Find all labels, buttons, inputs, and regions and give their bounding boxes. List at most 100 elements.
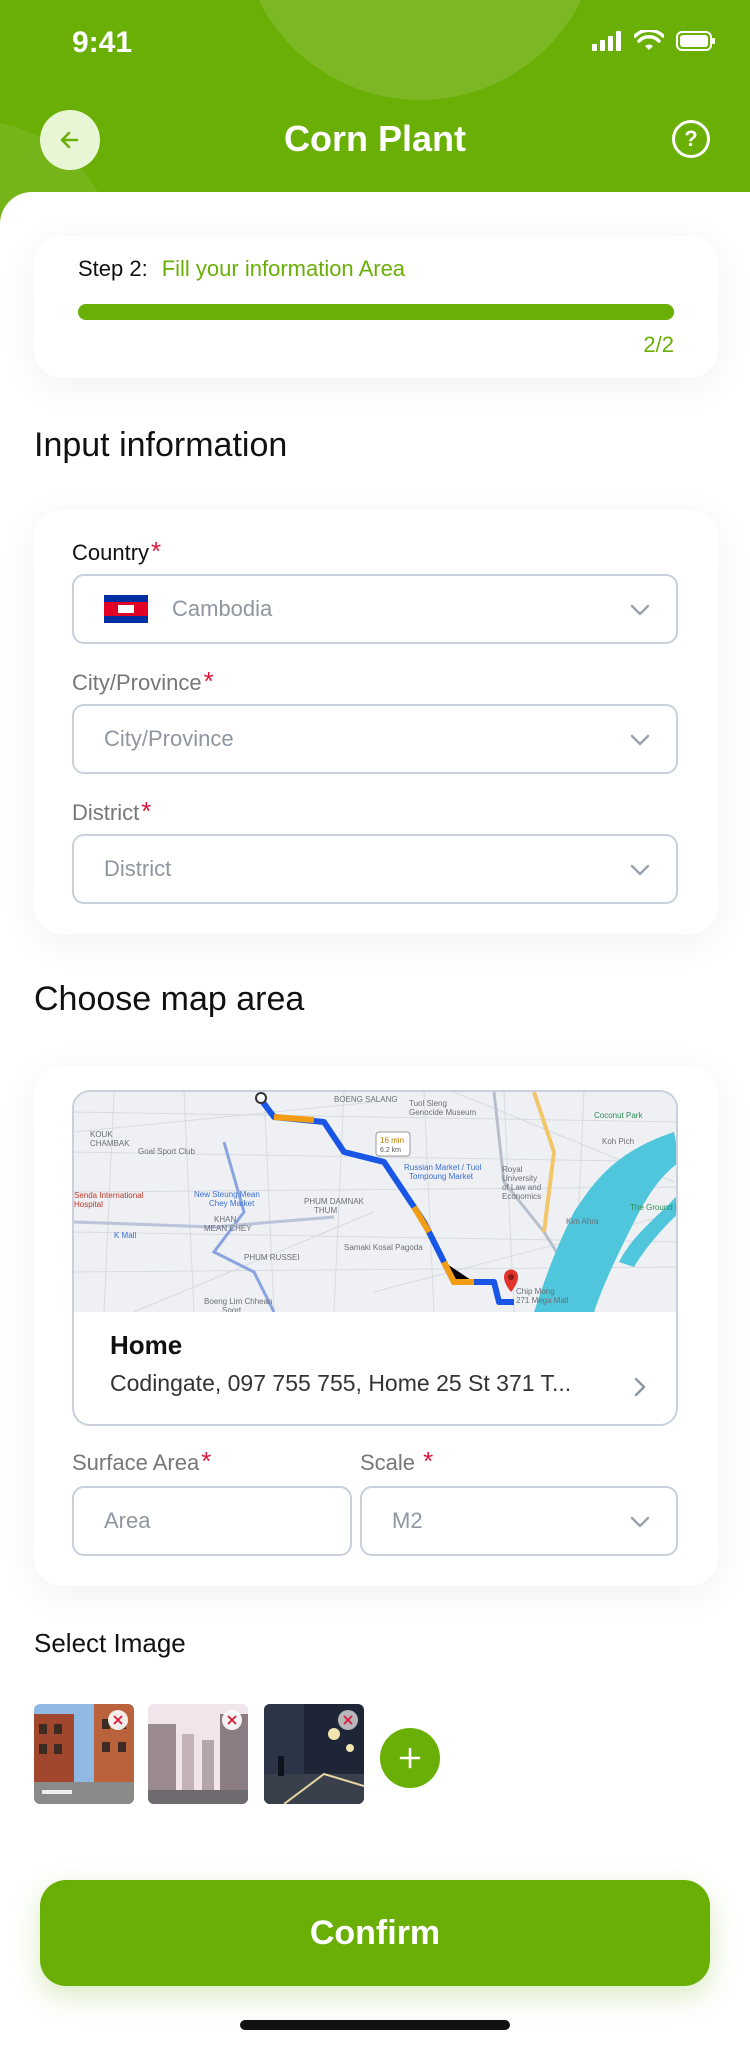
district-label: District* [72,796,151,827]
svg-text:Chip Mong: Chip Mong [516,1287,555,1296]
area-placeholder: Area [104,1508,151,1533]
chevron-down-icon [630,1516,650,1528]
remove-image-button[interactable] [108,1710,128,1730]
plus-icon [399,1747,421,1769]
svg-text:KOUK: KOUK [90,1130,113,1139]
home-indicator [240,2020,510,2030]
city-select[interactable]: City/Province [72,704,678,774]
svg-text:KHAN: KHAN [214,1215,236,1224]
map-graphic: 16 min 6.2 km BOENG SALANG Tuol Sleng Ge… [74,1092,678,1315]
page-title: Corn Plant [283,118,466,159]
question-icon: ? [684,126,698,151]
required-mark: * [203,666,214,696]
svg-text:of Law and: of Law and [502,1183,541,1192]
country-label: Country* [72,536,161,567]
progress-fill [78,304,674,320]
wifi-icon [634,30,664,50]
svg-text:Kim Ahra: Kim Ahra [566,1217,599,1226]
close-icon [343,1715,353,1725]
add-image-button[interactable] [380,1728,440,1788]
svg-text:New Steung Mean: New Steung Mean [194,1190,260,1199]
remove-image-button[interactable] [222,1710,242,1730]
svg-text:Tompoung Market: Tompoung Market [409,1172,474,1181]
svg-text:PHUM DAMNAK: PHUM DAMNAK [304,1197,365,1206]
svg-text:Chey Market: Chey Market [209,1199,255,1208]
district-placeholder: District [104,856,172,881]
surface-area-label-text: Surface Area [72,1450,200,1475]
svg-text:Genocide Museum: Genocide Museum [409,1108,476,1117]
place-address: Codingate, 097 755 755, Home 25 St 371 T… [110,1370,572,1396]
scale-select[interactable]: M2 [360,1486,678,1556]
status-time: 9:41 [72,26,133,59]
required-mark: * [201,1446,212,1476]
header-decoration [240,0,600,100]
svg-text:Economics: Economics [502,1192,541,1201]
country-value: Cambodia [172,596,273,621]
svg-text:Koh Pich: Koh Pich [602,1137,634,1146]
svg-text:BOENG SALANG: BOENG SALANG [334,1095,398,1104]
required-mark: * [151,536,162,566]
svg-text:6.2 km: 6.2 km [380,1147,401,1154]
help-button[interactable]: ? [672,120,710,158]
svg-text:Senda International: Senda International [74,1191,144,1200]
status-icons [592,30,716,52]
svg-text:271 Mega Mall: 271 Mega Mall [516,1296,569,1305]
svg-text:Boeng Lim Chhean: Boeng Lim Chhean [204,1297,273,1306]
svg-text:Royal: Royal [502,1165,523,1174]
svg-text:University: University [502,1174,537,1183]
close-icon [113,1715,123,1725]
svg-text:Sport: Sport [222,1306,242,1312]
city-label: City/Province* [72,666,214,697]
input-info-title: Input information [34,426,288,464]
surface-area-label: Surface Area* [72,1446,211,1477]
chevron-down-icon [630,734,650,746]
chevron-down-icon [630,604,650,616]
svg-text:The Ground M: The Ground M [630,1203,678,1212]
battery-icon [676,31,715,51]
map-location-panel[interactable]: 16 min 6.2 km BOENG SALANG Tuol Sleng Ge… [72,1090,678,1426]
svg-text:K Mall: K Mall [114,1231,136,1240]
close-icon [227,1715,237,1725]
progress-bar [78,304,674,320]
step-card: Step 2: Fill your information Area 2/2 [34,236,718,378]
scale-label-text: Scale [360,1450,416,1475]
required-mark: * [423,1446,434,1476]
svg-text:Samaki Kosal Pagoda: Samaki Kosal Pagoda [344,1243,423,1252]
svg-text:THUM: THUM [314,1206,337,1215]
district-label-text: District [72,800,140,825]
place-name: Home [110,1330,183,1360]
svg-text:MEAN CHEY: MEAN CHEY [204,1224,252,1233]
map-card: 16 min 6.2 km BOENG SALANG Tuol Sleng Ge… [34,1066,718,1586]
chevron-right-icon[interactable] [632,1376,648,1398]
step-line: Step 2: Fill your information Area [78,256,405,282]
country-label-text: Country [72,540,150,565]
required-mark: * [141,796,152,826]
step-label: Step 2: [78,256,148,281]
image-thumbnail[interactable] [34,1704,134,1804]
chevron-down-icon [630,864,650,876]
city-label-text: City/Province [72,670,202,695]
confirm-button[interactable]: Confirm [40,1880,710,1986]
svg-text:PHUM RUSSEI: PHUM RUSSEI [244,1253,300,1262]
remove-image-button[interactable] [338,1710,358,1730]
signal-icon [592,31,621,51]
cambodia-flag-icon [104,595,148,623]
scale-label: Scale * [360,1446,433,1477]
svg-text:Tuol Sleng: Tuol Sleng [409,1099,447,1108]
input-info-card: Country* Cambodia City/Province* City/Pr… [34,510,718,934]
svg-text:Russian Market / Tuol: Russian Market / Tuol [404,1163,482,1172]
svg-text:Hospital: Hospital [74,1200,103,1209]
step-count: 2/2 [643,332,674,357]
scale-value: M2 [392,1508,423,1533]
select-image-title: Select Image [34,1628,186,1658]
image-thumbnail[interactable] [148,1704,248,1804]
map-view[interactable]: 16 min 6.2 km BOENG SALANG Tuol Sleng Ge… [74,1092,678,1315]
city-placeholder: City/Province [104,726,234,751]
image-thumbnail[interactable] [264,1704,364,1804]
svg-text:16 min: 16 min [380,1136,404,1145]
district-select[interactable]: District [72,834,678,904]
surface-area-input[interactable]: Area [72,1486,352,1556]
country-select[interactable]: Cambodia [72,574,678,644]
svg-text:CHAMBAK: CHAMBAK [90,1139,130,1148]
svg-text:Goal Sport Club: Goal Sport Club [138,1147,195,1156]
